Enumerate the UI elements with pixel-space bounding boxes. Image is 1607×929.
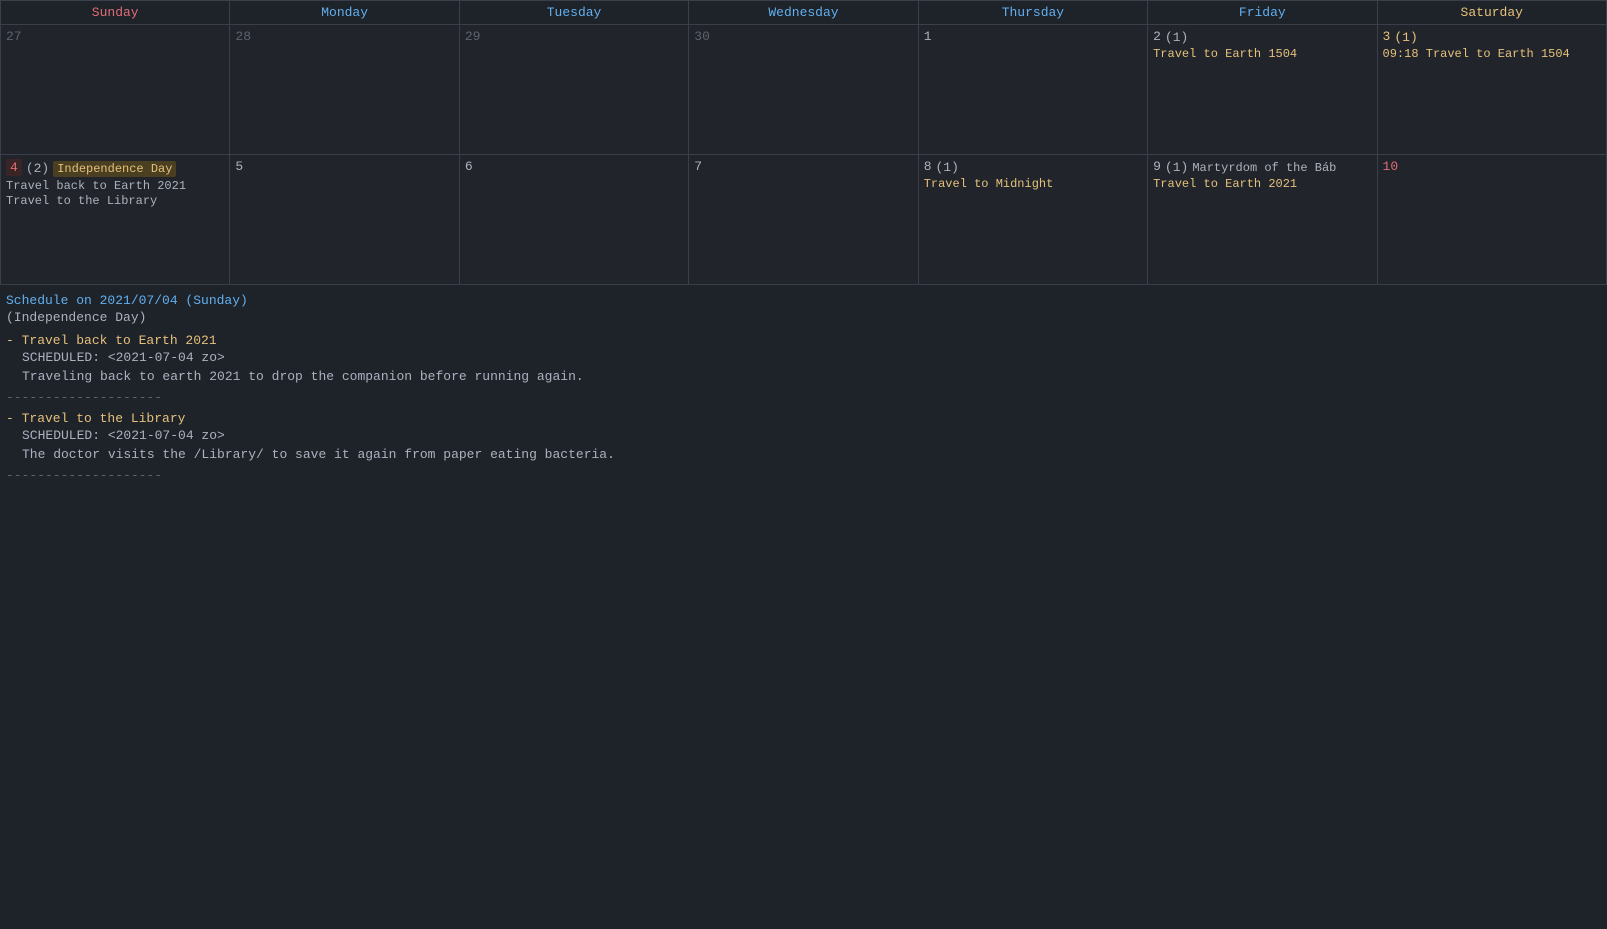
calendar-cell[interactable]: 30 xyxy=(689,25,918,155)
event-badge: Martyrdom of the Báb xyxy=(1192,161,1336,175)
day-number: 3 xyxy=(1383,29,1391,44)
calendar-cell[interactable]: 7 xyxy=(689,155,918,285)
schedule-panel: Schedule on 2021/07/04 (Sunday) (Indepen… xyxy=(0,285,1607,497)
calendar-header-sat: Saturday xyxy=(1377,1,1606,25)
entry-desc: Traveling back to earth 2021 to drop the… xyxy=(6,369,1601,384)
event-item: Travel back to Earth 2021 xyxy=(6,179,224,193)
entry-scheduled: SCHEDULED: <2021-07-04 zo> xyxy=(6,350,1601,365)
event-count: (1) xyxy=(1165,30,1188,45)
calendar-cell[interactable]: 27 xyxy=(1,25,230,155)
calendar-header-tue: Tuesday xyxy=(459,1,688,25)
day-number: 6 xyxy=(465,159,473,174)
event-count: (2) xyxy=(26,161,49,176)
event-count: (1) xyxy=(936,160,959,175)
calendar-cell[interactable]: 1 xyxy=(918,25,1147,155)
calendar-cell[interactable]: 10 xyxy=(1377,155,1606,285)
event-count: (1) xyxy=(1394,30,1417,45)
schedule-divider: -------------------- xyxy=(6,468,1601,483)
day-number: 8 xyxy=(924,159,932,174)
event-item: Travel to Earth 1504 xyxy=(1153,47,1371,61)
calendar-header-fri: Friday xyxy=(1148,1,1377,25)
calendar-table: SundayMondayTuesdayWednesdayThursdayFrid… xyxy=(0,0,1607,285)
day-number: 10 xyxy=(1383,159,1399,174)
day-number: 30 xyxy=(694,29,710,44)
day-number: 7 xyxy=(694,159,702,174)
schedule-divider: -------------------- xyxy=(6,390,1601,405)
schedule-entry: - Travel to the Library SCHEDULED: <2021-… xyxy=(6,411,1601,462)
day-number: 29 xyxy=(465,29,481,44)
event-item: Travel to Midnight xyxy=(924,177,1142,191)
calendar-cell[interactable]: 4 (2) Independence Day Travel back to Earth… xyxy=(1,155,230,285)
calendar-cell[interactable]: 3(1) 09:18 Travel to Earth 1504 xyxy=(1377,25,1606,155)
event-item: Travel to the Library xyxy=(6,194,224,208)
schedule-entry: - Travel back to Earth 2021 SCHEDULED: <2… xyxy=(6,333,1601,384)
calendar-cell[interactable]: 2 (1) Travel to Earth 1504 xyxy=(1148,25,1377,155)
event-item: 09:18 Travel to Earth 1504 xyxy=(1383,47,1601,61)
calendar-header-thu: Thursday xyxy=(918,1,1147,25)
event-badge: Independence Day xyxy=(53,161,176,177)
day-number: 27 xyxy=(6,29,22,44)
day-number: 9 xyxy=(1153,159,1161,174)
calendar-header-sun: Sunday xyxy=(1,1,230,25)
day-number: 2 xyxy=(1153,29,1161,44)
event-count: (1) xyxy=(1165,160,1188,175)
schedule-subtitle: (Independence Day) xyxy=(6,310,1601,325)
day-number: 5 xyxy=(235,159,243,174)
calendar-cell[interactable]: 5 xyxy=(230,155,459,285)
calendar-cell[interactable]: 8 (1) Travel to Midnight xyxy=(918,155,1147,285)
entry-scheduled: SCHEDULED: <2021-07-04 zo> xyxy=(6,428,1601,443)
event-item: Travel to Earth 2021 xyxy=(1153,177,1371,191)
day-number: 28 xyxy=(235,29,251,44)
calendar-cell[interactable]: 9 (1) Martyrdom of the Báb Travel to Earth … xyxy=(1148,155,1377,285)
calendar-header-mon: Monday xyxy=(230,1,459,25)
schedule-title: Schedule on 2021/07/04 (Sunday) xyxy=(6,293,1601,308)
calendar-cell[interactable]: 6 xyxy=(459,155,688,285)
entry-title: - Travel to the Library xyxy=(6,411,1601,426)
entry-title: - Travel back to Earth 2021 xyxy=(6,333,1601,348)
day-number: 1 xyxy=(924,29,932,44)
calendar-cell[interactable]: 28 xyxy=(230,25,459,155)
entry-desc: The doctor visits the /Library/ to save … xyxy=(6,447,1601,462)
day-number: 4 xyxy=(6,159,22,176)
calendar-cell[interactable]: 29 xyxy=(459,25,688,155)
calendar-header-wed: Wednesday xyxy=(689,1,918,25)
